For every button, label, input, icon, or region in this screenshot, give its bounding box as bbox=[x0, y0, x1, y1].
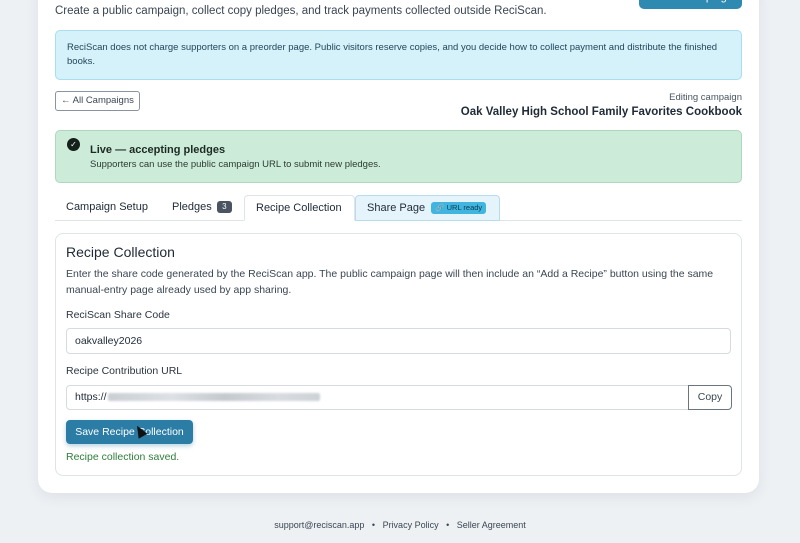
tab-share-page[interactable]: Share Page 🔗 URL ready bbox=[355, 195, 500, 221]
saved-confirmation: Recipe collection saved. bbox=[66, 451, 180, 463]
redacted-url bbox=[107, 393, 320, 402]
all-campaigns-label: All Campaigns bbox=[72, 95, 134, 106]
save-button-label: Save Recipe Collection bbox=[75, 426, 184, 438]
recipe-collection-panel: Recipe Collection Enter the share code g… bbox=[55, 233, 742, 476]
status-banner: ✓ Live — accepting pledges Supporters ca… bbox=[55, 130, 742, 183]
check-circle-icon: ✓ bbox=[67, 138, 80, 151]
editing-campaign-label: Editing campaign bbox=[669, 92, 742, 103]
campaign-name: Oak Valley High School Family Favorites … bbox=[460, 106, 742, 118]
tab-share-page-label: Share Page bbox=[367, 202, 426, 214]
pledges-count-badge: 3 bbox=[216, 201, 232, 214]
arrow-left-icon: ← bbox=[61, 95, 71, 106]
info-notice: ReciScan does not charge supporters on a… bbox=[55, 30, 742, 80]
footer-email-link[interactable]: support@reciscan.app bbox=[274, 520, 364, 530]
footer: support@reciscan.app • Privacy Policy • … bbox=[0, 520, 800, 530]
url-ready-label: URL ready bbox=[446, 203, 483, 213]
panel-title: Recipe Collection bbox=[66, 244, 175, 260]
footer-agreement-link[interactable]: Seller Agreement bbox=[457, 520, 526, 530]
tab-campaign-setup[interactable]: Campaign Setup bbox=[55, 195, 159, 221]
contribution-url-field[interactable]: https:// bbox=[66, 385, 689, 410]
info-notice-text: ReciScan does not charge supporters on a… bbox=[67, 42, 718, 67]
share-code-label: ReciScan Share Code bbox=[66, 309, 170, 321]
tab-recipe-collection[interactable]: Recipe Collection bbox=[244, 195, 355, 221]
footer-privacy-link[interactable]: Privacy Policy bbox=[383, 520, 439, 530]
all-campaigns-button[interactable]: ← All Campaigns bbox=[55, 91, 140, 111]
share-code-input[interactable]: oakvalley2026 bbox=[66, 328, 731, 354]
tab-campaign-setup-label: Campaign Setup bbox=[66, 201, 148, 213]
new-campaign-button[interactable]: + New Campaign bbox=[639, 0, 742, 9]
tab-pledges[interactable]: Pledges 3 bbox=[161, 195, 243, 221]
tab-pledges-label: Pledges bbox=[172, 201, 212, 213]
footer-separator: • bbox=[446, 520, 450, 530]
save-recipe-collection-button[interactable]: Save Recipe Collection bbox=[66, 420, 193, 444]
footer-separator: • bbox=[371, 520, 376, 530]
contribution-url-label: Recipe Contribution URL bbox=[66, 365, 183, 377]
panel-description: Enter the share code generated by the Re… bbox=[66, 268, 714, 296]
page-subtitle: Create a public campaign, collect copy p… bbox=[55, 5, 547, 17]
url-ready-badge: 🔗 URL ready bbox=[431, 202, 487, 215]
tab-recipe-collection-label: Recipe Collection bbox=[256, 202, 342, 214]
copy-url-button[interactable]: Copy bbox=[688, 385, 732, 410]
link-icon: 🔗 bbox=[435, 203, 445, 213]
status-description: Supporters can use the public campaign U… bbox=[90, 159, 381, 170]
tab-bar: Campaign Setup Pledges 3 Recipe Collecti… bbox=[55, 195, 742, 221]
status-title: Live — accepting pledges bbox=[90, 144, 226, 156]
url-prefix: https:// bbox=[75, 391, 107, 403]
